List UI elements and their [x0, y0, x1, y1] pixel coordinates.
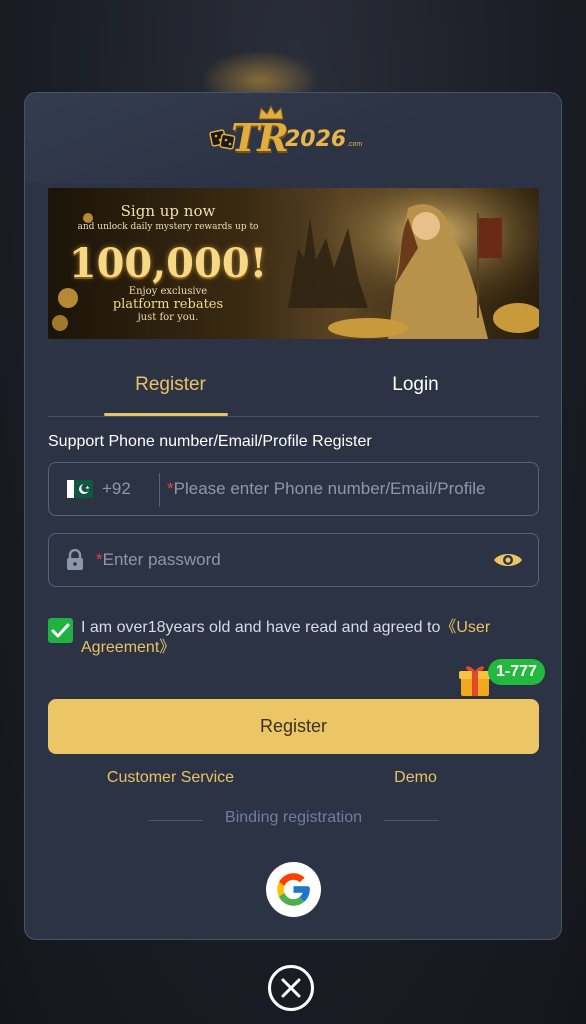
help-links: Customer Service Demo [48, 769, 539, 793]
close-button[interactable] [268, 965, 314, 1011]
close-icon [281, 978, 301, 998]
auth-tabs: Register Login [48, 363, 539, 417]
agreement-statement: I am over18years old and have read and a… [81, 619, 441, 636]
customer-service-link[interactable]: Customer Service [48, 769, 293, 787]
google-login-button[interactable] [266, 862, 321, 917]
required-mark: * [167, 479, 174, 498]
binding-label: Binding registration [225, 809, 362, 826]
brand-logo: TR 2026 .com [209, 105, 379, 165]
logo-text: TR [231, 115, 289, 160]
logo-year: 2026 [285, 127, 347, 152]
banner-copy: Sign up now and unlock daily mystery rew… [48, 188, 288, 339]
banner-line4: platform rebates [112, 297, 224, 312]
banner-line5: just for you. [137, 312, 199, 323]
binding-divider: Binding registration [48, 809, 539, 833]
tab-register[interactable]: Register [48, 363, 293, 417]
support-label: Support Phone number/Email/Profile Regis… [48, 433, 372, 450]
eye-icon[interactable] [493, 550, 523, 570]
password-input[interactable]: *Enter password [96, 550, 476, 570]
demo-link[interactable]: Demo [293, 769, 538, 787]
divider-line-right [384, 820, 439, 821]
account-field[interactable]: +92 *Please enter Phone number/Email/Pro… [48, 462, 539, 516]
account-placeholder: Please enter Phone number/Email/Profile [173, 479, 486, 498]
tabs-divider [48, 416, 539, 417]
promo-banner[interactable]: Sign up now and unlock daily mystery rew… [48, 188, 539, 339]
account-input[interactable]: *Please enter Phone number/Email/Profile [167, 479, 523, 499]
password-placeholder: Enter password [102, 550, 221, 569]
agree-checkbox[interactable] [48, 618, 73, 643]
agreement-text: I am over18years old and have read and a… [81, 618, 541, 658]
country-code[interactable]: +92 [102, 479, 131, 499]
password-field[interactable]: *Enter password [48, 533, 539, 587]
required-mark: * [96, 550, 103, 569]
google-icon [277, 873, 310, 906]
pakistan-flag-icon [67, 480, 93, 498]
field-separator [159, 473, 160, 507]
check-icon [51, 623, 70, 638]
register-button[interactable]: Register [48, 699, 539, 754]
gift-badge[interactable]: 1-777 [488, 659, 545, 685]
banner-subline: and unlock daily mystery rewards up to [77, 222, 259, 232]
banner-line3: Enjoy exclusive [128, 286, 208, 297]
register-modal: TR 2026 .com Sign up now and unlock dail… [24, 92, 562, 940]
logo-suffix: .com [347, 141, 363, 148]
tab-login[interactable]: Login [293, 363, 538, 417]
banner-headline: Sign up now [120, 202, 216, 220]
banner-amount: 100,000! [68, 240, 268, 287]
lock-icon [67, 549, 83, 570]
